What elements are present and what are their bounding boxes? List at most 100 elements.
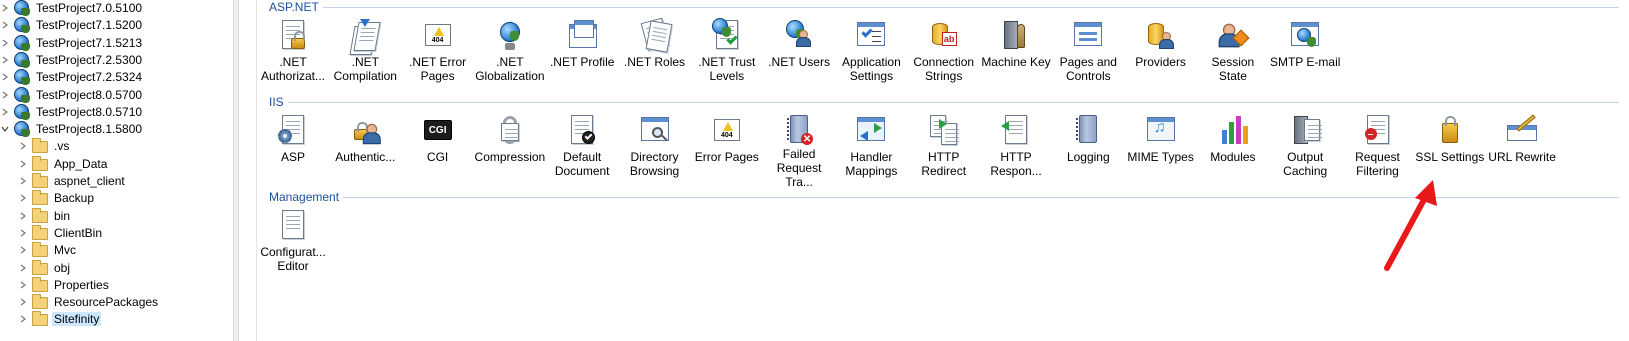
chevron-right-icon[interactable] [0,103,10,121]
chevron-down-icon[interactable] [0,120,10,138]
feature-directory-browsing[interactable]: Directory Browsing [619,113,691,189]
tree-item-site[interactable]: TestProject7.2.5324 [0,68,144,86]
tree-item-folder[interactable]: ClientBin [18,224,104,242]
feature-http-redirect[interactable]: HTTP Redirect [908,113,980,189]
modules-icon [1216,113,1250,147]
feature-label: Pages and Controls [1059,55,1117,83]
feature-default-document[interactable]: Default Document [546,113,618,189]
tree-item-folder[interactable]: Mvc [18,241,78,259]
feature-url-rewrite[interactable]: URL Rewrite [1486,113,1558,189]
chevron-right-icon[interactable] [18,189,28,207]
feature-authentication[interactable]: Authentic... [329,113,401,189]
tree-item-site[interactable]: TestProject8.0.5710 [0,103,144,121]
tree-item-folder[interactable]: Backup [18,189,96,207]
feature-error-pages[interactable]: 404 Error Pages [691,113,763,189]
tree-item-folder[interactable]: obj [18,259,72,277]
providers-icon [1144,18,1178,52]
feature-connection-strings[interactable]: ab Connection Strings [908,18,980,94]
tree-item-site[interactable]: TestProject7.0.5100 [0,0,144,17]
folder-icon [32,294,48,310]
chevron-right-icon[interactable] [0,16,10,34]
tree-item-label: ResourcePackages [54,295,159,310]
chevron-right-icon[interactable] [18,241,28,259]
folder-icon [32,207,48,224]
http-redirect-icon [927,113,961,147]
chevron-right-icon[interactable] [18,259,28,277]
failed-request-tracing-icon: ✕ [782,113,816,145]
tree-item-folder[interactable]: Properties [18,276,111,294]
feature-label: URL Rewrite [1488,150,1556,164]
tree-item-site[interactable]: TestProject8.1.5800 [0,120,144,138]
group-header-aspnet[interactable]: ASP.NET [269,0,1619,14]
group-header-iis[interactable]: IIS [269,95,1619,109]
tree-item-label: TestProject7.0.5100 [36,1,143,15]
tree-scroll-gutter [239,0,257,341]
feature-net-users[interactable]: .NET Users [763,18,835,94]
tree-item-folder[interactable]: App_Data [18,155,109,173]
feature-net-error-pages[interactable]: 404 .NET Error Pages [402,18,474,94]
feature-net-roles[interactable]: .NET Roles [619,17,691,94]
tree-item-folder[interactable]: bin [18,207,72,225]
tree-item-label: TestProject7.1.5213 [36,35,143,50]
feature-smtp-email[interactable]: SMTP E-mail [1269,18,1341,94]
tree-item-label: bin [54,208,71,223]
feature-handler-mappings[interactable]: Handler Mappings [835,113,907,189]
chevron-right-icon[interactable] [18,276,28,294]
feature-logging[interactable]: Logging [1052,113,1124,189]
chevron-right-icon[interactable] [18,224,28,242]
asp-icon [276,113,310,147]
website-globe-icon [14,69,30,86]
tree-item-folder[interactable]: .vs [18,137,71,155]
feature-output-caching[interactable]: Output Caching [1269,113,1341,189]
feature-session-state[interactable]: Session State [1197,18,1269,94]
feature-net-profile[interactable]: .NET Profile [546,18,618,94]
cgi-icon: CGI [421,113,455,147]
feature-net-compilation[interactable]: .NET Compilation [329,18,401,94]
tree-item-folder[interactable]: Sitefinity [18,310,102,328]
feature-mime-types[interactable]: ♫ MIME Types [1125,113,1197,189]
feature-label: HTTP Respon... [990,150,1042,178]
chevron-right-icon[interactable] [18,155,28,173]
feature-net-trust-levels[interactable]: .NET Trust Levels [691,18,763,94]
tree-item-label: TestProject8.1.5800 [36,122,143,137]
chevron-right-icon[interactable] [18,310,28,328]
chevron-right-icon[interactable] [18,293,28,311]
feature-label: Handler Mappings [845,150,898,178]
chevron-right-icon[interactable] [0,34,10,52]
feature-compression[interactable]: Compression [474,113,546,189]
chevron-right-icon[interactable] [18,137,28,155]
feature-http-response-headers[interactable]: HTTP Respon... [980,113,1052,189]
tree-item-folder[interactable]: aspnet_client [18,172,127,190]
tree-item-folder[interactable]: ResourcePackages [18,293,160,311]
authentication-icon [348,113,382,147]
tree-item-site[interactable]: TestProject7.1.5213 [0,34,144,52]
feature-net-authorization[interactable]: .NET Authorizat... [257,18,329,94]
feature-net-globalization[interactable]: .NET Globalization [474,18,546,94]
chevron-right-icon[interactable] [0,0,10,17]
feature-configuration-editor[interactable]: Configurat... Editor [257,208,329,284]
tree-item-site[interactable]: TestProject7.1.5200 [0,16,144,34]
feature-failed-request-tracing[interactable]: ✕ Failed Request Tra... [763,113,835,189]
chevron-right-icon[interactable] [18,207,28,225]
chevron-right-icon[interactable] [0,51,10,69]
tree-item-site[interactable]: TestProject8.0.5700 [0,86,144,104]
feature-machine-key[interactable]: Machine Key [980,18,1052,94]
tree-item-label: Sitefinity [52,312,102,327]
feature-providers[interactable]: Providers [1125,18,1197,94]
website-globe-icon [14,34,30,51]
net-error-pages-icon: 404 [421,18,455,52]
tree-item-site[interactable]: TestProject7.2.5300 [0,51,144,69]
red-callout-arrow-icon [1384,180,1437,271]
url-rewrite-icon [1505,113,1539,147]
chevron-right-icon[interactable] [0,86,10,104]
feature-pages-and-controls[interactable]: Pages and Controls [1052,18,1124,94]
feature-cgi[interactable]: CGI CGI [402,113,474,189]
folder-icon [32,259,48,276]
chevron-right-icon[interactable] [0,68,10,86]
feature-modules[interactable]: Modules [1197,113,1269,189]
net-profile-icon [565,18,599,52]
chevron-right-icon[interactable] [18,172,28,190]
feature-application-settings[interactable]: Application Settings [835,18,907,94]
pages-and-controls-icon [1071,18,1105,52]
feature-asp[interactable]: ASP [257,113,329,189]
